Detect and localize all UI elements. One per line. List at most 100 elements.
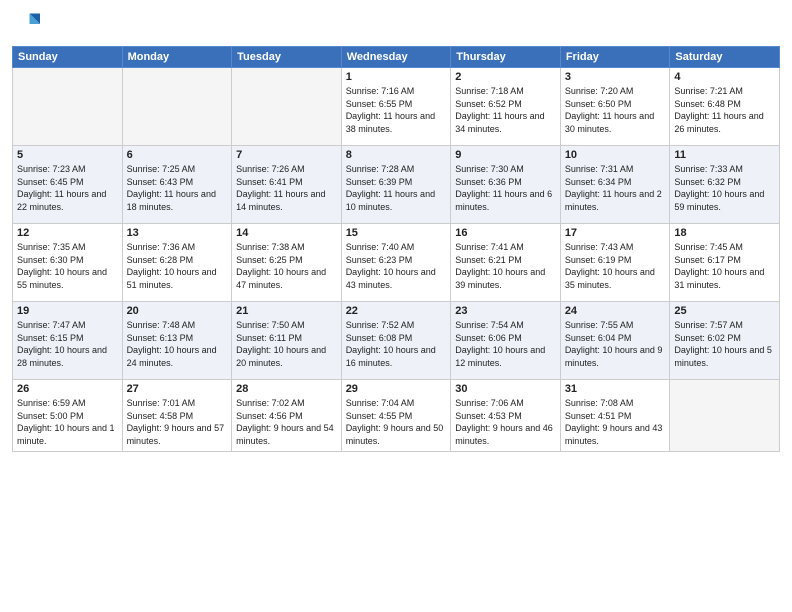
calendar-cell: 23Sunrise: 7:54 AMSunset: 6:06 PMDayligh… (451, 302, 561, 380)
day-number: 29 (346, 383, 447, 395)
day-info: Sunrise: 7:23 AMSunset: 6:45 PMDaylight:… (17, 163, 118, 213)
calendar-cell: 20 Sunrise: 7:48 AMSunset: 6:13 PMDayligh… (122, 302, 232, 380)
day-number: 19 (17, 305, 118, 317)
calendar-cell (670, 380, 780, 452)
day-info: Sunrise: 7:08 AMSunset: 4:51 PMDaylight:… (565, 397, 666, 447)
weekday-header: Wednesday (341, 47, 451, 68)
day-number: 13 (127, 227, 228, 239)
day-info: Sunrise: 7:47 AMSunset: 6:15 PMDaylight:… (17, 319, 118, 369)
day-number: 10 (565, 149, 666, 161)
calendar-cell: 14 Sunrise: 7:38 AMSunset: 6:25 PMDayligh… (232, 224, 342, 302)
calendar-cell: 21Sunrise: 7:50 AMSunset: 6:11 PMDayligh… (232, 302, 342, 380)
calendar-week-row: 5 Sunrise: 7:23 AMSunset: 6:45 PMDaylight… (13, 146, 780, 224)
calendar-week-row: 19 Sunrise: 7:47 AMSunset: 6:15 PMDayligh… (13, 302, 780, 380)
calendar-cell: 8 Sunrise: 7:28 AMSunset: 6:39 PMDaylight… (341, 146, 451, 224)
calendar-cell (122, 68, 232, 146)
calendar-table: SundayMondayTuesdayWednesdayThursdayFrid… (12, 46, 780, 452)
calendar-cell: 13 Sunrise: 7:36 AMSunset: 6:28 PMDayligh… (122, 224, 232, 302)
day-info: Sunrise: 7:16 AMSunset: 6:55 PMDaylight:… (346, 85, 447, 135)
calendar-cell: 31 Sunrise: 7:08 AMSunset: 4:51 PMDayligh… (560, 380, 670, 452)
day-number: 6 (127, 149, 228, 161)
day-number: 26 (17, 383, 118, 395)
calendar-cell: 5 Sunrise: 7:23 AMSunset: 6:45 PMDaylight… (13, 146, 123, 224)
calendar-cell: 11 Sunrise: 7:33 AMSunset: 6:32 PMDayligh… (670, 146, 780, 224)
day-number: 11 (674, 149, 775, 161)
calendar-cell: 18Sunrise: 7:45 AMSunset: 6:17 PMDayligh… (670, 224, 780, 302)
calendar-cell: 22Sunrise: 7:52 AMSunset: 6:08 PMDayligh… (341, 302, 451, 380)
weekday-header: Tuesday (232, 47, 342, 68)
day-number: 25 (674, 305, 775, 317)
day-number: 18 (674, 227, 775, 239)
day-info: Sunrise: 7:48 AMSunset: 6:13 PMDaylight:… (127, 319, 228, 369)
day-number: 1 (346, 71, 447, 83)
calendar-cell: 27Sunrise: 7:01 AMSunset: 4:58 PMDayligh… (122, 380, 232, 452)
calendar-header-row: SundayMondayTuesdayWednesdayThursdayFrid… (13, 47, 780, 68)
day-info: Sunrise: 7:31 AMSunset: 6:34 PMDaylight:… (565, 163, 666, 213)
day-number: 22 (346, 305, 447, 317)
calendar-cell: 6 Sunrise: 7:25 AMSunset: 6:43 PMDaylight… (122, 146, 232, 224)
day-info: Sunrise: 7:25 AMSunset: 6:43 PMDaylight:… (127, 163, 228, 213)
page-container: SundayMondayTuesdayWednesdayThursdayFrid… (0, 0, 792, 460)
day-info: Sunrise: 7:01 AMSunset: 4:58 PMDaylight:… (127, 397, 228, 447)
day-info: Sunrise: 7:41 AMSunset: 6:21 PMDaylight:… (455, 241, 556, 291)
day-info: Sunrise: 7:43 AMSunset: 6:19 PMDaylight:… (565, 241, 666, 291)
calendar-cell: 4 Sunrise: 7:21 AMSunset: 6:48 PMDaylight… (670, 68, 780, 146)
weekday-header: Monday (122, 47, 232, 68)
calendar-cell: 29 Sunrise: 7:04 AMSunset: 4:55 PMDayligh… (341, 380, 451, 452)
header (12, 10, 780, 38)
day-info: Sunrise: 7:35 AMSunset: 6:30 PMDaylight:… (17, 241, 118, 291)
day-info: Sunrise: 7:38 AMSunset: 6:25 PMDaylight:… (236, 241, 337, 291)
day-number: 28 (236, 383, 337, 395)
calendar-cell: 17 Sunrise: 7:43 AMSunset: 6:19 PMDayligh… (560, 224, 670, 302)
logo-icon (12, 10, 40, 38)
day-info: Sunrise: 7:57 AMSunset: 6:02 PMDaylight:… (674, 319, 775, 369)
day-number: 24 (565, 305, 666, 317)
weekday-header: Sunday (13, 47, 123, 68)
calendar-week-row: 26 Sunrise: 6:59 AMSunset: 5:00 PMDayligh… (13, 380, 780, 452)
day-number: 14 (236, 227, 337, 239)
calendar-cell: 10 Sunrise: 7:31 AMSunset: 6:34 PMDayligh… (560, 146, 670, 224)
day-number: 17 (565, 227, 666, 239)
calendar-cell: 3Sunrise: 7:20 AMSunset: 6:50 PMDaylight… (560, 68, 670, 146)
calendar-cell: 24 Sunrise: 7:55 AMSunset: 6:04 PMDayligh… (560, 302, 670, 380)
calendar-week-row: 1 Sunrise: 7:16 AMSunset: 6:55 PMDaylight… (13, 68, 780, 146)
weekday-header: Saturday (670, 47, 780, 68)
day-number: 8 (346, 149, 447, 161)
day-info: Sunrise: 7:21 AMSunset: 6:48 PMDaylight:… (674, 85, 775, 135)
weekday-header: Thursday (451, 47, 561, 68)
day-info: Sunrise: 7:33 AMSunset: 6:32 PMDaylight:… (674, 163, 775, 213)
day-info: Sunrise: 7:04 AMSunset: 4:55 PMDaylight:… (346, 397, 447, 447)
day-number: 15 (346, 227, 447, 239)
calendar-cell: 7Sunrise: 7:26 AMSunset: 6:41 PMDaylight… (232, 146, 342, 224)
day-number: 20 (127, 305, 228, 317)
day-info: Sunrise: 7:18 AMSunset: 6:52 PMDaylight:… (455, 85, 556, 135)
day-info: Sunrise: 7:02 AMSunset: 4:56 PMDaylight:… (236, 397, 337, 447)
calendar-cell: 2Sunrise: 7:18 AMSunset: 6:52 PMDaylight… (451, 68, 561, 146)
calendar-cell (232, 68, 342, 146)
day-info: Sunrise: 7:55 AMSunset: 6:04 PMDaylight:… (565, 319, 666, 369)
calendar-cell: 30Sunrise: 7:06 AMSunset: 4:53 PMDayligh… (451, 380, 561, 452)
calendar-cell: 12 Sunrise: 7:35 AMSunset: 6:30 PMDayligh… (13, 224, 123, 302)
weekday-header: Friday (560, 47, 670, 68)
calendar-cell: 19 Sunrise: 7:47 AMSunset: 6:15 PMDayligh… (13, 302, 123, 380)
day-number: 9 (455, 149, 556, 161)
calendar-cell: 1 Sunrise: 7:16 AMSunset: 6:55 PMDaylight… (341, 68, 451, 146)
day-info: Sunrise: 7:28 AMSunset: 6:39 PMDaylight:… (346, 163, 447, 213)
day-info: Sunrise: 7:40 AMSunset: 6:23 PMDaylight:… (346, 241, 447, 291)
calendar-cell: 15 Sunrise: 7:40 AMSunset: 6:23 PMDayligh… (341, 224, 451, 302)
day-number: 21 (236, 305, 337, 317)
calendar-cell: 16Sunrise: 7:41 AMSunset: 6:21 PMDayligh… (451, 224, 561, 302)
calendar-cell: 9Sunrise: 7:30 AMSunset: 6:36 PMDaylight… (451, 146, 561, 224)
day-number: 12 (17, 227, 118, 239)
calendar-cell: 25 Sunrise: 7:57 AMSunset: 6:02 PMDayligh… (670, 302, 780, 380)
day-number: 31 (565, 383, 666, 395)
day-info: Sunrise: 7:20 AMSunset: 6:50 PMDaylight:… (565, 85, 666, 135)
day-info: Sunrise: 7:54 AMSunset: 6:06 PMDaylight:… (455, 319, 556, 369)
logo (12, 10, 44, 38)
calendar-cell (13, 68, 123, 146)
day-info: Sunrise: 7:36 AMSunset: 6:28 PMDaylight:… (127, 241, 228, 291)
day-number: 5 (17, 149, 118, 161)
calendar-cell: 26 Sunrise: 6:59 AMSunset: 5:00 PMDayligh… (13, 380, 123, 452)
day-number: 4 (674, 71, 775, 83)
day-info: Sunrise: 6:59 AMSunset: 5:00 PMDaylight:… (17, 397, 118, 447)
